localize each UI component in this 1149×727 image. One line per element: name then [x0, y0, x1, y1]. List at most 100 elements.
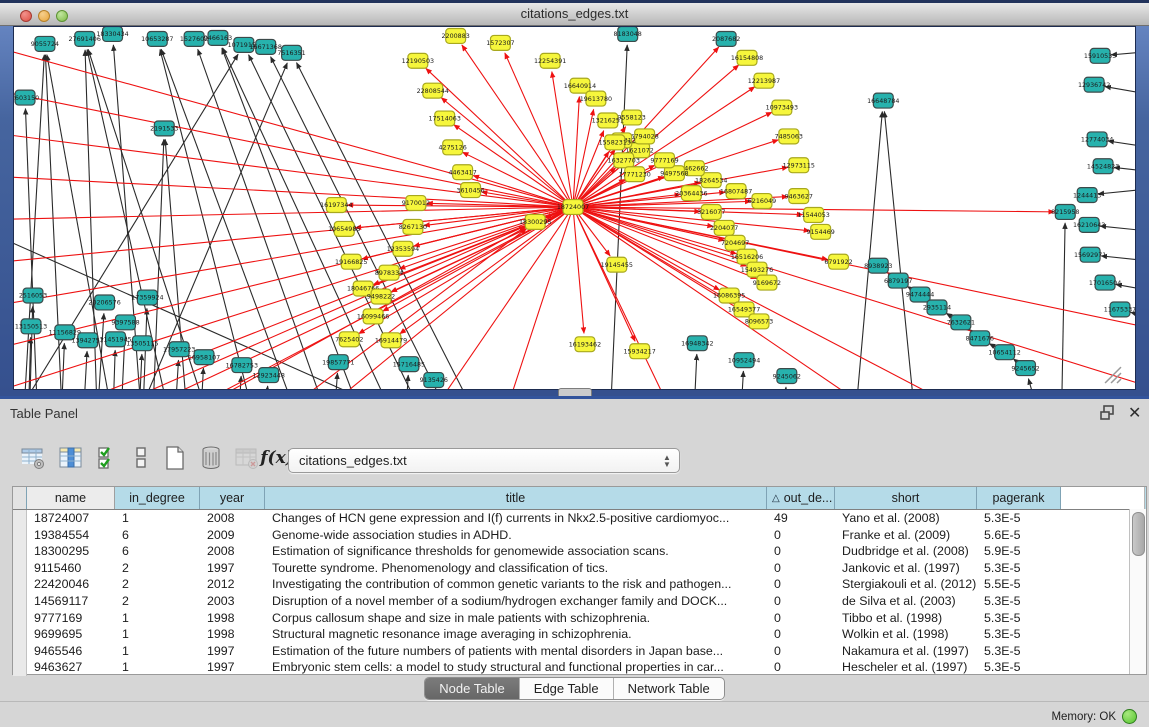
- network-node[interactable]: 16782753: [226, 358, 258, 373]
- network-node[interactable]: 7516351: [277, 45, 305, 60]
- network-node[interactable]: 12190503: [402, 53, 434, 68]
- network-node[interactable]: 2516053: [19, 288, 47, 303]
- network-node[interactable]: 16914479: [375, 333, 407, 348]
- delete-table-icon[interactable]: [232, 443, 262, 473]
- network-canvas[interactable]: 9055724276914061833043410653287152760294…: [13, 26, 1136, 390]
- network-node[interactable]: 7625402: [335, 332, 363, 347]
- table-row[interactable]: 969969511998Structural magnetic resonanc…: [13, 626, 1146, 643]
- network-node[interactable]: 19145455: [601, 257, 633, 272]
- memory-status[interactable]: Memory: OK: [1051, 709, 1137, 724]
- close-panel-icon[interactable]: ✕: [1128, 403, 1141, 423]
- table-row[interactable]: 1456911722003Disruption of a novel membe…: [13, 593, 1146, 610]
- network-node[interactable]: 17771230: [618, 167, 650, 182]
- network-node[interactable]: 8978334: [375, 265, 403, 280]
- network-node[interactable]: 19857771: [322, 355, 354, 370]
- table-row[interactable]: 946554611997Estimation of the future num…: [13, 643, 1146, 660]
- close-window-button[interactable]: [20, 10, 32, 22]
- network-node[interactable]: 8096573: [745, 314, 773, 329]
- network-node[interactable]: 7204697: [721, 235, 749, 250]
- network-node[interactable]: 8183048: [614, 27, 642, 41]
- table-settings-icon[interactable]: [18, 443, 48, 473]
- network-node[interactable]: 6879197: [884, 273, 912, 288]
- network-node[interactable]: 7632621: [947, 315, 975, 330]
- network-node[interactable]: 12973115: [783, 158, 815, 173]
- network-node[interactable]: 1572307: [486, 35, 514, 50]
- network-node[interactable]: 14524823: [1087, 159, 1119, 174]
- network-node[interactable]: 9245062: [773, 369, 801, 384]
- table-scrollbar[interactable]: [1129, 509, 1146, 674]
- table-row[interactable]: 1938455462009Genome-wide association stu…: [13, 527, 1146, 544]
- column-visibility-icon[interactable]: [56, 443, 86, 473]
- network-node[interactable]: 9055724: [31, 36, 59, 51]
- network-node[interactable]: 15934217: [623, 344, 655, 359]
- network-node[interactable]: 10952494: [728, 353, 760, 368]
- network-node[interactable]: 16086395: [713, 288, 745, 303]
- network-node[interactable]: 16807487: [720, 184, 752, 199]
- network-node[interactable]: 1244413: [1073, 188, 1101, 203]
- column-header-short[interactable]: short: [835, 487, 977, 509]
- canvas-resize-grip[interactable]: [1105, 367, 1121, 383]
- network-node[interactable]: 8938923: [864, 258, 892, 273]
- network-node[interactable]: 8471676: [966, 331, 994, 346]
- table-dropdown[interactable]: citations_edges.txt ▲▼: [288, 448, 680, 473]
- network-node[interactable]: 11675337: [1104, 302, 1135, 317]
- network-node[interactable]: 9170012: [402, 196, 430, 211]
- network-node[interactable]: 18330434: [96, 27, 128, 41]
- network-node[interactable]: 9154469: [806, 224, 834, 239]
- network-node[interactable]: 16193462: [569, 337, 601, 352]
- network-node[interactable]: 16154808: [731, 50, 763, 65]
- network-node[interactable]: 12254391: [534, 53, 566, 68]
- column-header-out_de[interactable]: △out_de...: [767, 487, 835, 509]
- network-node[interactable]: 9135426: [420, 373, 448, 388]
- network-node[interactable]: 12213987: [748, 73, 780, 88]
- network-node[interactable]: 8215958: [1051, 205, 1079, 220]
- table-row[interactable]: 1830029562008Estimation of significance …: [13, 543, 1146, 560]
- network-node[interactable]: 4275126: [439, 140, 467, 155]
- network-node[interactable]: 16197344: [320, 198, 352, 213]
- network-node[interactable]: 8267130: [399, 219, 427, 234]
- column-header-name[interactable]: name: [27, 487, 115, 509]
- network-node[interactable]: 2204077: [710, 220, 738, 235]
- network-node[interactable]: 17514063: [429, 111, 461, 126]
- network-node[interactable]: 16648784: [867, 93, 899, 108]
- table-scrollbar-thumb[interactable]: [1132, 512, 1145, 556]
- minimize-window-button[interactable]: [38, 10, 50, 22]
- zoom-window-button[interactable]: [56, 10, 68, 22]
- network-node[interactable]: 10653287: [141, 31, 173, 46]
- network-node[interactable]: 17359924: [131, 290, 163, 305]
- network-node[interactable]: 9498222: [367, 289, 395, 304]
- network-node[interactable]: 20364436: [675, 186, 707, 201]
- network-node[interactable]: 16210643: [1073, 217, 1105, 232]
- column-header-in_degree[interactable]: in_degree: [115, 487, 200, 509]
- network-node[interactable]: 15692971: [1074, 247, 1106, 262]
- network-node[interactable]: 17016504: [1089, 275, 1121, 290]
- split-panel-icon[interactable]: [126, 443, 156, 473]
- window-titlebar[interactable]: citations_edges.txt: [0, 0, 1149, 26]
- table-row[interactable]: 946362711997Embryonic stem cells: a mode…: [13, 659, 1146, 676]
- network-node[interactable]: 9169672: [753, 275, 781, 290]
- network-node[interactable]: 12353594: [387, 241, 419, 256]
- network-node[interactable]: 2087682: [712, 31, 740, 46]
- column-header-pagerank[interactable]: pagerank: [977, 487, 1061, 509]
- tab-node-table[interactable]: Node Table: [425, 678, 520, 699]
- network-node[interactable]: 9777169: [650, 153, 678, 168]
- network-node[interactable]: 6216049: [748, 194, 776, 209]
- network-node[interactable]: 4463417: [448, 165, 476, 180]
- network-node[interactable]: 19166825: [335, 254, 367, 269]
- tab-network-table[interactable]: Network Table: [614, 678, 724, 699]
- network-node[interactable]: 9463627: [785, 189, 813, 204]
- network-node[interactable]: 6791922: [824, 254, 852, 269]
- column-header-year[interactable]: year: [200, 487, 265, 509]
- network-node[interactable]: 2603150: [14, 90, 39, 105]
- network-node[interactable]: 13150513: [15, 319, 47, 334]
- float-window-icon[interactable]: [1100, 405, 1117, 421]
- network-node[interactable]: 10654985: [328, 221, 360, 236]
- column-select-icon[interactable]: [94, 443, 124, 473]
- network-node[interactable]: 16099466: [357, 309, 389, 324]
- network-node[interactable]: 9397588: [111, 315, 139, 330]
- table-row[interactable]: 911546021997Tourette syndrome. Phenomeno…: [13, 560, 1146, 577]
- delete-column-icon[interactable]: [196, 443, 226, 473]
- network-node[interactable]: 10654112: [988, 345, 1020, 360]
- table-row[interactable]: 2242004622012Investigating the contribut…: [13, 576, 1146, 593]
- column-header-title[interactable]: title: [265, 487, 767, 509]
